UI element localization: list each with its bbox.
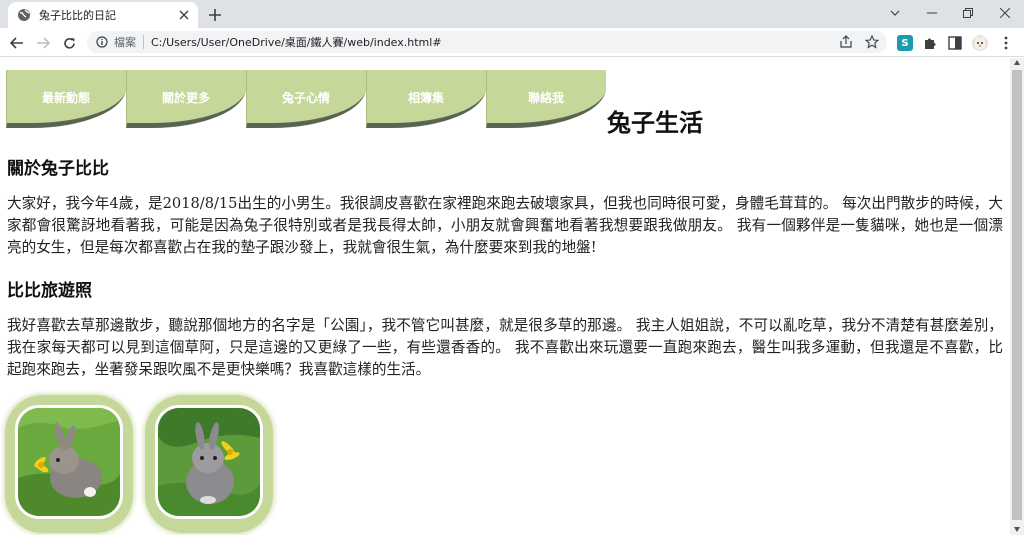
close-window-icon[interactable]: [995, 4, 1015, 22]
section-heading-about: 關於兔子比比: [7, 159, 109, 179]
bookmark-star-icon[interactable]: [865, 35, 879, 49]
nav-item-more[interactable]: 關於更多: [126, 70, 246, 128]
tab-strip: 兔子比比的日記: [0, 0, 1024, 28]
nav-item-latest[interactable]: 最新動態: [6, 70, 126, 128]
nav-item-label: 最新動態: [41, 91, 90, 105]
nav-item-label: 關於更多: [161, 91, 210, 105]
globe-icon: [17, 8, 31, 22]
rabbit-photo-frame[interactable]: [145, 395, 273, 533]
nav-item-label: 兔子心情: [281, 91, 330, 105]
site-nav: 最新動態 關於更多 兔子心情 相簿集 聯絡我: [6, 70, 606, 130]
rabbit-photo-1: [15, 405, 123, 519]
page-viewport: 最新動態 關於更多 兔子心情 相簿集 聯絡我 兔子生活 關於兔子比比 大家好，我…: [0, 58, 1010, 535]
info-icon[interactable]: [96, 36, 108, 48]
browser-tab[interactable]: 兔子比比的日記: [8, 2, 198, 28]
omnibox-divider: [143, 35, 144, 49]
file-scheme-label: 檔案: [114, 36, 136, 49]
section-body-travel: 我好喜歡去草那邊散步，聽說那個地方的名字是「公園」，我不管它叫甚麼，就是很多草的…: [7, 317, 1003, 378]
site-title: 兔子生活: [607, 109, 703, 137]
scroll-down-arrow-icon[interactable]: [1014, 527, 1020, 532]
address-bar[interactable]: 檔案 C:/Users/User/OneDrive/桌面/鐵人賽/web/ind…: [87, 31, 887, 53]
profile-avatar[interactable]: [972, 35, 988, 51]
rabbit-photo-2: [155, 405, 263, 519]
nav-item-mood[interactable]: 兔子心情: [246, 70, 366, 128]
vertical-scrollbar[interactable]: [1010, 58, 1024, 535]
tab-title: 兔子比比的日記: [39, 9, 116, 22]
extensions-puzzle-icon[interactable]: [922, 35, 938, 51]
close-tab-icon[interactable]: [176, 7, 192, 23]
nav-item-label: 相簿集: [407, 91, 444, 105]
url-text[interactable]: C:/Users/User/OneDrive/桌面/鐵人賽/web/index.…: [151, 34, 442, 50]
minimize-icon[interactable]: [922, 4, 942, 22]
forward-icon[interactable]: [34, 34, 52, 52]
nav-item-contact[interactable]: 聯絡我: [486, 70, 606, 128]
extension-s-icon[interactable]: S: [897, 35, 913, 51]
restore-icon[interactable]: [958, 4, 978, 22]
section-body-about: 大家好，我今年4歲，是2018/8/15出生的小男生。我很調皮喜歡在家裡跑來跑去…: [7, 195, 1003, 256]
rabbit-photo-frame[interactable]: [5, 395, 133, 533]
section-heading-travel: 比比旅遊照: [7, 281, 92, 301]
reload-icon[interactable]: [60, 34, 78, 52]
menu-kebab-icon[interactable]: [998, 35, 1014, 51]
tab-search-icon[interactable]: [885, 4, 905, 22]
side-panel-icon[interactable]: [947, 35, 963, 51]
browser-toolbar: 檔案 C:/Users/User/OneDrive/桌面/鐵人賽/web/ind…: [0, 28, 1024, 57]
back-icon[interactable]: [8, 34, 26, 52]
nav-item-album[interactable]: 相簿集: [366, 70, 486, 128]
scrollbar-thumb[interactable]: [1012, 70, 1022, 520]
share-icon[interactable]: [839, 35, 853, 49]
nav-item-label: 聯絡我: [527, 91, 564, 105]
new-tab-icon[interactable]: [206, 6, 224, 24]
scroll-up-arrow-icon[interactable]: [1014, 60, 1020, 65]
